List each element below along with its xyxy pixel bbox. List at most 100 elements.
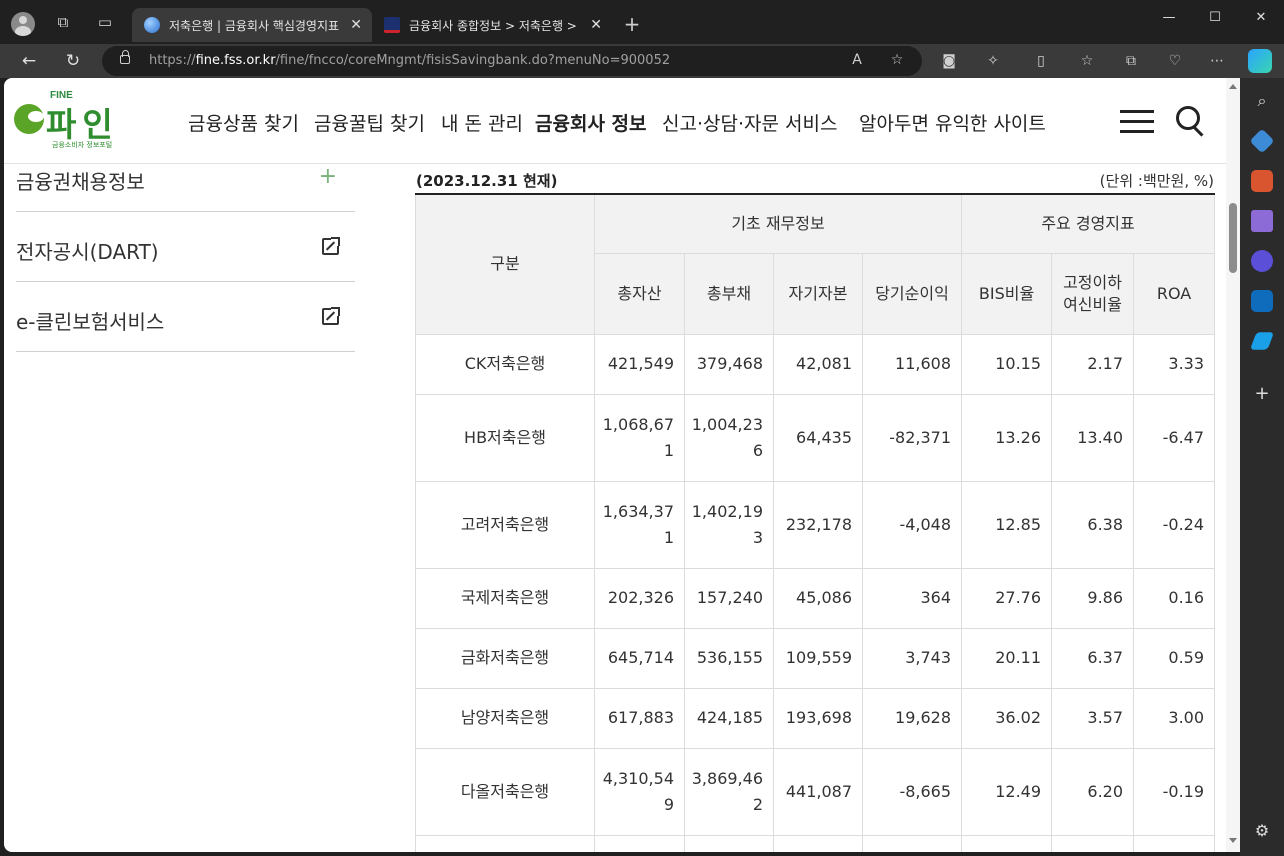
header-roa: ROA xyxy=(1133,252,1216,335)
unit-label: (단위 :백만원, %) xyxy=(1099,172,1214,190)
page-scrollbar[interactable] xyxy=(1226,78,1240,852)
cell-total-assets: 617,883 xyxy=(594,687,685,749)
external-link-icon[interactable] xyxy=(322,306,341,325)
tab-company-info[interactable]: 금융회사 종합정보 > 저축은행 > ✕ xyxy=(372,8,612,42)
cell-bis-ratio: 36.02 xyxy=(961,687,1053,749)
site-logo[interactable]: FINE 파인 금융소비자 정보포털 xyxy=(14,90,132,150)
outlook-icon[interactable] xyxy=(1251,290,1273,312)
extensions-icon[interactable]: ✧ xyxy=(982,53,1004,69)
sidebar-item-label: 전자공시(DART) xyxy=(16,240,159,264)
cell-npl-ratio: 6.20 xyxy=(1051,747,1135,836)
cell-npl-ratio: 9.86 xyxy=(1051,567,1135,629)
header-category: 구분 xyxy=(415,194,595,335)
sidebar-item-label: 금융권채용정보 xyxy=(16,170,145,194)
cell-npl-ratio: 3.57 xyxy=(1051,687,1135,749)
cell-net-income: -4,048 xyxy=(861,480,963,569)
cell-bank-name: HB저축은행 xyxy=(415,393,595,482)
sidebar-settings-icon[interactable]: ⚙ xyxy=(1251,820,1273,842)
scroll-up-icon[interactable] xyxy=(1229,84,1237,89)
tab-actions-icon[interactable]: ▭ xyxy=(93,10,117,34)
cell-equity: 441,087 xyxy=(773,747,863,836)
nav-finance-tips[interactable]: 금융꿀팁 찾기 xyxy=(314,109,425,136)
split-screen-icon[interactable]: ▯ xyxy=(1030,53,1052,69)
cell-npl-ratio: 13.40 xyxy=(1051,393,1135,482)
cell-roa: 0.16 xyxy=(1133,567,1216,629)
workspaces-icon[interactable]: ⧉ xyxy=(51,10,75,34)
nav-company-info[interactable]: 금융회사 정보 xyxy=(535,109,647,136)
cell-bank-name: 다올저축은행 xyxy=(415,747,595,836)
profile-avatar-icon[interactable] xyxy=(11,12,35,36)
sidebar-item-jobs[interactable]: 금융권채용정보 + xyxy=(16,142,355,212)
lock-icon xyxy=(120,50,130,64)
cell-empty xyxy=(1133,834,1216,852)
cell-bis-ratio: 12.49 xyxy=(961,747,1053,836)
favorite-star-icon[interactable]: ☆ xyxy=(886,52,908,68)
nav-report-consult[interactable]: 신고·상담·자문 서비스 xyxy=(662,109,837,136)
table-row: 국제저축은행 202,326 157,240 45,086 364 27.76 9.86 0.… xyxy=(415,567,1216,629)
cell-total-assets: 4,310,549 xyxy=(594,747,685,836)
nav-product-search[interactable]: 금융상품 찾기 xyxy=(188,109,299,136)
cell-bis-ratio: 13.26 xyxy=(961,393,1053,482)
telegram-icon[interactable] xyxy=(1249,332,1275,350)
tools-icon[interactable] xyxy=(1251,170,1273,192)
header-npl-ratio: 고정이하 여신비율 xyxy=(1051,252,1135,335)
external-link-icon[interactable] xyxy=(322,236,341,255)
search-icon[interactable]: ⌕ xyxy=(1251,90,1273,112)
cell-total-liabilities: 1,004,236 xyxy=(684,393,774,482)
collections-icon[interactable]: ⧉ xyxy=(1120,53,1142,69)
copilot-app-icon[interactable] xyxy=(1251,250,1273,272)
cell-empty xyxy=(594,834,685,852)
screenshot-icon[interactable]: ◙ xyxy=(938,53,960,69)
cell-equity: 64,435 xyxy=(773,393,863,482)
window-close-icon[interactable]: ✕ xyxy=(1238,6,1284,30)
table-body: CK저축은행 421,549 379,468 42,081 11,608 10.15 2.1… xyxy=(415,333,1216,852)
cell-total-liabilities: 1,402,193 xyxy=(684,480,774,569)
scroll-down-icon[interactable] xyxy=(1229,838,1237,843)
tab-close-icon[interactable]: ✕ xyxy=(590,17,602,33)
browser-essentials-icon[interactable]: ♡ xyxy=(1164,53,1186,69)
sidebar-item-eclean[interactable]: e-클린보험서비스 xyxy=(16,282,355,352)
table-row: HB저축은행 1,068,671 1,004,236 64,435 -82,371 13.… xyxy=(415,393,1216,482)
menu-hamburger-icon[interactable] xyxy=(1120,110,1154,134)
cell-bank-name: 고려저축은행 xyxy=(415,480,595,569)
logo-mark-icon xyxy=(14,104,44,134)
games-icon[interactable] xyxy=(1251,210,1273,232)
header-financial-info: 기초 재무정보 xyxy=(593,194,963,254)
maximize-icon[interactable]: ☐ xyxy=(1192,6,1238,30)
read-aloud-icon[interactable]: A xyxy=(846,52,868,68)
cell-equity: 232,178 xyxy=(773,480,863,569)
sidebar-item-dart[interactable]: 전자공시(DART) xyxy=(16,212,355,282)
tab-close-icon[interactable]: ✕ xyxy=(350,17,362,33)
add-sidebar-app-icon[interactable]: + xyxy=(1251,383,1273,405)
minimize-icon[interactable]: — xyxy=(1146,6,1192,30)
favorites-icon[interactable]: ☆ xyxy=(1076,53,1098,69)
refresh-icon[interactable]: ↻ xyxy=(60,49,86,73)
cell-bis-ratio: 10.15 xyxy=(961,333,1053,395)
cell-bank-name: CK저축은행 xyxy=(415,333,595,395)
address-bar[interactable]: https://fine.fss.or.kr/fine/fncco/coreMn… xyxy=(102,46,922,76)
cell-net-income: 11,608 xyxy=(861,333,963,395)
tab-savings-bank[interactable]: 저축은행 | 금융회사 핵심경영지표 ✕ xyxy=(132,8,372,42)
cell-bis-ratio: 12.85 xyxy=(961,480,1053,569)
nav-my-money[interactable]: 내 돈 관리 xyxy=(441,109,523,136)
more-menu-icon[interactable]: ⋯ xyxy=(1206,53,1228,69)
site-search-icon[interactable] xyxy=(1176,106,1206,138)
cell-roa: -0.24 xyxy=(1133,480,1216,569)
nav-useful-sites[interactable]: 알아두면 유익한 사이트 xyxy=(859,109,1046,136)
shopping-tag-icon[interactable] xyxy=(1249,128,1275,154)
header-total-liabilities: 총부채 xyxy=(684,252,774,335)
new-tab-icon[interactable]: + xyxy=(620,12,644,36)
cell-total-assets: 1,068,671 xyxy=(594,393,685,482)
scroll-thumb[interactable] xyxy=(1229,203,1237,273)
copilot-icon[interactable] xyxy=(1248,49,1272,73)
back-icon[interactable]: ← xyxy=(16,49,42,73)
cell-total-assets: 645,714 xyxy=(594,627,685,689)
header-management-indicators: 주요 경영지표 xyxy=(961,194,1216,254)
cell-roa: 0.59 xyxy=(1133,627,1216,689)
plus-icon[interactable]: + xyxy=(319,164,337,189)
cell-empty xyxy=(961,834,1053,852)
cell-roa: -6.47 xyxy=(1133,393,1216,482)
edge-sidebar: ⌕ + ⚙ xyxy=(1240,78,1284,856)
cell-roa: 3.33 xyxy=(1133,333,1216,395)
logo-word: 파인 xyxy=(46,105,119,144)
